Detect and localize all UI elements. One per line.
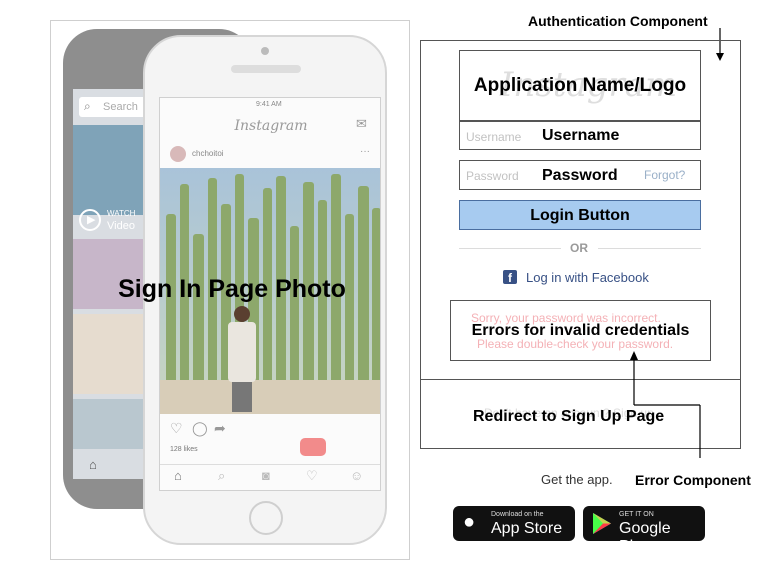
or-text: OR	[570, 241, 588, 255]
back-video-text: Video	[107, 220, 135, 232]
search-icon: ⌕	[218, 468, 226, 483]
forgot-link[interactable]: Forgot?	[644, 168, 685, 182]
logo-box: Instagram Application Name/Logo	[459, 50, 701, 121]
app-store-badge[interactable]: ● Download on the App Store	[453, 506, 575, 541]
or-divider-right	[598, 248, 701, 249]
error-component-label: Error Component	[635, 472, 751, 488]
login-button[interactable]: Login Button	[459, 200, 701, 230]
post-username: chchoitoi	[192, 149, 224, 158]
authentication-component-label: Authentication Component	[528, 13, 708, 29]
status-time: 9:41 AM	[256, 101, 282, 108]
person-body	[228, 322, 256, 382]
back-search-text: Search	[103, 101, 138, 113]
back-tile	[73, 125, 147, 215]
facebook-icon: f	[503, 270, 517, 285]
google-play-small-text: GET IT ON	[619, 511, 654, 518]
google-play-badge[interactable]: GET IT ON Google Play	[583, 506, 705, 555]
home-icon: ⌂	[89, 457, 97, 472]
heart-tab-icon: ♡	[306, 468, 318, 483]
sign-in-page-photo: ⌕ Search ▶ WATCH Video ⌂ 9:41 AM Instagr…	[50, 20, 410, 560]
home-icon: ⌂	[174, 468, 182, 483]
camera-icon: ◙	[262, 468, 270, 483]
or-divider-left	[459, 248, 561, 249]
app-name-logo-label: Application Name/Logo	[473, 75, 687, 96]
heart-icon: ♡	[170, 420, 183, 436]
person-head	[234, 306, 250, 322]
phone-camera	[261, 47, 269, 55]
get-the-app-text: Get the app.	[541, 472, 613, 487]
password-field[interactable]: Password Password Forgot?	[459, 160, 701, 190]
phone-app-title: Instagram	[234, 118, 308, 134]
password-placeholder: Password	[466, 169, 519, 183]
username-placeholder: Username	[466, 130, 522, 144]
facebook-login-link[interactable]: Log in with Facebook	[526, 270, 649, 285]
phone-speaker	[231, 65, 301, 73]
inbox-icon: ✉	[356, 116, 367, 131]
back-tile	[73, 399, 147, 449]
avatar	[170, 146, 186, 162]
apple-icon: ●	[463, 511, 476, 533]
photo-label: Sign In Page Photo	[118, 275, 346, 303]
google-play-big-text: Google Play	[619, 520, 671, 555]
username-label: Username	[542, 127, 620, 144]
ground	[160, 380, 380, 414]
phone-home-button	[249, 501, 283, 535]
post-likes: 128 likes	[170, 446, 198, 453]
profile-icon: ☺	[350, 468, 364, 483]
google-play-icon	[593, 513, 611, 534]
error-label: Errors for invalid credentials	[471, 322, 690, 339]
app-store-small-text: Download on the	[491, 511, 544, 518]
play-icon: ▶	[79, 209, 101, 231]
person-legs	[232, 382, 252, 412]
app-store-big-text: App Store	[491, 520, 563, 537]
share-icon: ➦	[214, 420, 226, 436]
back-watch-text: WATCH	[107, 209, 136, 218]
error-component-arrow	[630, 351, 701, 458]
more-icon: ···	[360, 146, 370, 157]
login-button-label: Login Button	[530, 207, 630, 224]
comment-icon: ◯	[192, 420, 208, 436]
back-search-bar: ⌕ Search	[79, 97, 149, 117]
tab-divider	[160, 464, 380, 465]
notification-badge	[300, 438, 326, 456]
username-field[interactable]: Username Username	[459, 121, 701, 150]
back-tile	[73, 314, 147, 394]
password-label: Password	[542, 167, 618, 184]
search-icon: ⌕	[84, 99, 91, 113]
